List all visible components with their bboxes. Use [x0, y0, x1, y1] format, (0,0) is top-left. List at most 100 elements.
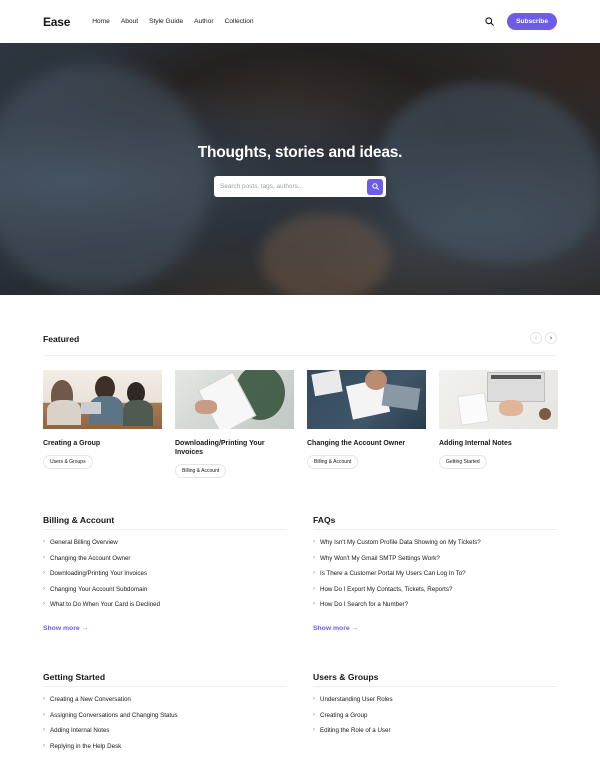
hero-search-bar [214, 176, 386, 197]
search-icon[interactable] [483, 16, 495, 28]
article-list: ›General Billing Overview ›Changing the … [43, 539, 287, 617]
section-title: Getting Started [43, 672, 287, 687]
chevron-right-icon: › [313, 570, 320, 576]
list-item[interactable]: ›Changing Your Account Subdomain [43, 586, 287, 602]
card-image [43, 370, 162, 429]
chevron-right-icon: › [43, 743, 50, 749]
chevron-right-icon: › [43, 601, 50, 607]
header-actions: Subscribe [483, 13, 557, 30]
list-item[interactable]: ›Adding Internal Notes [43, 727, 287, 743]
list-item[interactable]: ›How Do I Export My Contacts, Tickets, R… [313, 586, 557, 602]
card-title: Creating a Group [43, 439, 162, 448]
list-item-label: Downloading/Printing Your Invoices [50, 570, 147, 577]
article-list: ›Understanding User Roles ›Creating a Gr… [313, 696, 557, 743]
nav-home[interactable]: Home [92, 18, 110, 25]
chevron-right-icon: › [43, 696, 50, 702]
hero-search-button[interactable] [367, 179, 383, 195]
card-image [439, 370, 558, 429]
article-list: › Why Isn't My Custom Profile Data Showin… [313, 539, 557, 617]
card-image [307, 370, 426, 429]
list-item[interactable]: ›How Do I Search for a Number? [313, 601, 557, 617]
list-item-label: Why Won't My Gmail SMTP Settings Work? [320, 555, 440, 562]
list-item[interactable]: ›Downloading/Printing Your Invoices [43, 570, 287, 586]
card-tag[interactable]: Getting Started [439, 455, 487, 469]
section-title: Billing & Account [43, 515, 287, 530]
list-item-label: Assigning Conversations and Changing Sta… [50, 712, 178, 719]
chevron-right-icon: › [313, 712, 320, 718]
site-logo[interactable]: Ease [43, 15, 70, 29]
chevron-right-icon: › [313, 696, 320, 702]
list-item[interactable]: ›What to Do When Your Card is Declined [43, 601, 287, 617]
list-item-label: Understanding User Roles [320, 696, 393, 703]
featured-card[interactable]: Creating a Group Users & Groups [43, 370, 162, 478]
nav-style-guide[interactable]: Style Guide [149, 18, 183, 25]
show-more-link[interactable]: Show more → [313, 625, 358, 632]
chevron-right-icon: › [43, 570, 50, 576]
section-getting-started: Getting Started ›Creating a New Conversa… [43, 672, 287, 758]
search-icon [372, 183, 379, 190]
chevron-right-icon: › [43, 539, 50, 545]
featured-card[interactable]: Downloading/Printing Your Invoices Billi… [175, 370, 294, 478]
list-item[interactable]: ›Why Won't My Gmail SMTP Settings Work? [313, 555, 557, 571]
list-item-label: How Do I Export My Contacts, Tickets, Re… [320, 586, 452, 593]
card-tag[interactable]: Users & Groups [43, 455, 93, 469]
list-item[interactable]: ›Why Isn't My Custom Profile Data Showin… [313, 539, 557, 555]
card-image [175, 370, 294, 429]
card-tag[interactable]: Billing & Account [175, 464, 226, 478]
list-item-label: Why Isn't My Custom Profile Data Showing… [320, 539, 481, 546]
list-item[interactable]: ›Creating a New Conversation [43, 696, 287, 712]
list-item-label: Creating a Group [320, 712, 367, 719]
card-title: Changing the Account Owner [307, 439, 426, 448]
list-item[interactable]: ›General Billing Overview [43, 539, 287, 555]
chevron-right-icon: › [43, 712, 50, 718]
list-item[interactable]: ›Assigning Conversations and Changing St… [43, 712, 287, 728]
list-item[interactable]: ›Changing the Account Owner [43, 555, 287, 571]
nav-author[interactable]: Author [194, 18, 213, 25]
hero-title: Thoughts, stories and ideas. [0, 144, 600, 162]
list-item-label: Is There a Customer Portal My Users Can … [320, 570, 466, 577]
section-title: FAQs [313, 515, 557, 530]
list-item-label: Changing Your Account Subdomain [50, 586, 147, 593]
chevron-right-icon: › [43, 555, 50, 561]
list-item[interactable]: ›Editing the Role of a User [313, 727, 557, 743]
section-billing-account: Billing & Account ›General Billing Overv… [43, 515, 287, 635]
card-title: Downloading/Printing Your Invoices [175, 439, 294, 457]
card-title: Adding Internal Notes [439, 439, 558, 448]
chevron-right-icon: › [313, 601, 320, 607]
list-item-label: Editing the Role of a User [320, 727, 391, 734]
section-title: Users & Groups [313, 672, 557, 687]
hero-overlay [0, 43, 600, 295]
carousel-next-button[interactable]: › [545, 332, 557, 344]
chevron-right-icon: › [313, 555, 320, 561]
list-item-label: Changing the Account Owner [50, 555, 131, 562]
nav-about[interactable]: About [121, 18, 138, 25]
list-item[interactable]: ›Is There a Customer Portal My Users Can… [313, 570, 557, 586]
list-item-label: Creating a New Conversation [50, 696, 131, 703]
list-item-label: Adding Internal Notes [50, 727, 110, 734]
chevron-right-icon: › [43, 586, 50, 592]
featured-header: Featured ‹ › [43, 334, 557, 356]
main-nav: Home About Style Guide Author Collection [92, 18, 253, 25]
list-item[interactable]: ›Creating a Group [313, 712, 557, 728]
hero-search-input[interactable] [220, 183, 367, 190]
list-item-label: Replying in the Help Desk [50, 743, 121, 750]
chevron-right-icon: › [313, 727, 320, 733]
featured-cards: Creating a Group Users & Groups Download… [43, 370, 557, 478]
chevron-right-icon: › [43, 727, 50, 733]
featured-title: Featured [43, 334, 79, 344]
list-item-label: What to Do When Your Card is Declined [50, 601, 160, 608]
card-tag[interactable]: Billing & Account [307, 455, 358, 469]
list-item[interactable]: ›Understanding User Roles [313, 696, 557, 712]
featured-card[interactable]: Adding Internal Notes Getting Started [439, 370, 558, 478]
list-item[interactable]: ›Replying in the Help Desk [43, 743, 287, 758]
show-more-link[interactable]: Show more → [43, 625, 88, 632]
chevron-right-icon: › [313, 586, 320, 592]
carousel-prev-button[interactable]: ‹ [530, 332, 542, 344]
list-item-label: General Billing Overview [50, 539, 118, 546]
featured-card[interactable]: Changing the Account Owner Billing & Acc… [307, 370, 426, 478]
site-header: Ease Home About Style Guide Author Colle… [0, 0, 600, 43]
nav-collection[interactable]: Collection [225, 18, 254, 25]
subscribe-button[interactable]: Subscribe [507, 13, 557, 30]
section-users-groups: Users & Groups ›Understanding User Roles… [313, 672, 557, 743]
list-item-label: How Do I Search for a Number? [320, 601, 408, 608]
